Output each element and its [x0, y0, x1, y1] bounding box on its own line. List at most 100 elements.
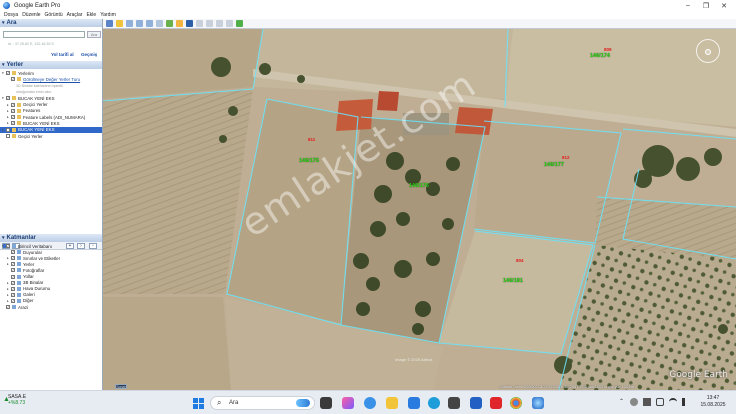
- places-tree-item[interactable]: ▸ ✓ Feature Labels (ADI_NUMARA): [0, 114, 102, 120]
- layers-tree-item[interactable]: ▸ ✓ Galeri: [0, 292, 102, 298]
- task-view-icon[interactable]: [320, 397, 332, 409]
- weather-widget-icon[interactable]: [364, 397, 376, 409]
- directions-link[interactable]: Yol tarifi al: [51, 52, 74, 57]
- planets-icon[interactable]: [186, 20, 193, 27]
- places-tree-item[interactable]: ▸ ✓ BUCAK YENİ EKS: [0, 126, 102, 133]
- visibility-checkbox[interactable]: ✓: [11, 280, 15, 285]
- display-icon[interactable]: [643, 398, 651, 406]
- overview-map-toggle[interactable]: Sonar: [115, 384, 127, 389]
- visibility-checkbox[interactable]: ✓: [11, 250, 15, 255]
- layers-tree-item[interactable]: ✓ Arazi: [0, 304, 102, 310]
- close-button[interactable]: ✕: [715, 0, 733, 11]
- layers-tree-item[interactable]: ✓ Duyurular: [0, 249, 102, 255]
- places-tree-item[interactable]: ▾ ✓ BUCAK YENİ EKS: [0, 95, 102, 101]
- visibility-checkbox[interactable]: ✓: [6, 305, 10, 309]
- onedrive-icon[interactable]: [630, 398, 638, 406]
- menu-add[interactable]: Ekle: [86, 12, 96, 18]
- menu-help[interactable]: Yardım: [100, 12, 116, 18]
- visibility-checkbox[interactable]: ✓: [11, 102, 15, 107]
- chrome-icon[interactable]: [510, 397, 522, 409]
- polygon-icon[interactable]: [126, 20, 133, 27]
- visibility-checkbox[interactable]: ✓: [11, 108, 15, 113]
- navigation-compass[interactable]: [696, 39, 720, 63]
- visibility-checkbox[interactable]: ✓: [11, 286, 15, 291]
- places-tree-item[interactable]: olduğundan emin olun: [0, 89, 102, 95]
- search-section-header[interactable]: ▾ Ara: [0, 19, 102, 27]
- layers-tree-item[interactable]: ✓ Yollar: [0, 274, 102, 280]
- edge-icon[interactable]: [428, 397, 440, 409]
- visibility-checkbox[interactable]: ✓: [11, 262, 15, 267]
- menu-view[interactable]: Görüntü: [45, 12, 63, 18]
- netflix-icon[interactable]: [490, 397, 502, 409]
- taskbar-search[interactable]: ⌕ Ara: [210, 396, 315, 410]
- sidebar-toggle-icon[interactable]: [106, 20, 113, 27]
- layers-tree-item[interactable]: ▾ ✓ Birincil Veritabanı: [0, 243, 102, 249]
- minimize-button[interactable]: –: [679, 0, 697, 11]
- speaker-icon[interactable]: [682, 398, 690, 406]
- parcel-label[interactable]: 146/181: [503, 278, 523, 284]
- menu-file[interactable]: Dosya: [4, 12, 18, 18]
- visibility-checkbox[interactable]: ✓: [11, 115, 15, 120]
- layers-tree-item[interactable]: ✓ Fotoğraflar: [0, 267, 102, 273]
- visibility-checkbox[interactable]: ✓: [6, 96, 10, 101]
- places-tree-item[interactable]: 3D Binalar katmanının işaretli: [0, 83, 102, 89]
- map-view[interactable]: 809 146/174 811 146/175 146/176 812 146/…: [103, 29, 736, 390]
- wifi-icon[interactable]: [669, 398, 677, 406]
- places-tree-item[interactable]: ▾ ✓ Yerlerim: [0, 70, 102, 76]
- placemark-icon[interactable]: [116, 20, 123, 27]
- store-icon[interactable]: [448, 397, 460, 409]
- email-icon[interactable]: [206, 20, 213, 27]
- copilot-icon[interactable]: [342, 397, 354, 409]
- parcel-label[interactable]: 146/174: [590, 53, 610, 59]
- visibility-checkbox[interactable]: ✓: [11, 292, 15, 297]
- look-joystick-icon[interactable]: [705, 49, 711, 55]
- stock-widget[interactable]: SASA.E +%8.73: [8, 394, 26, 406]
- google-earth-taskbar-icon[interactable]: [532, 397, 544, 409]
- layers-tree-item[interactable]: ▸ ✓ Sınırlar ve Etiketler: [0, 255, 102, 261]
- path-icon[interactable]: [136, 20, 143, 27]
- print-icon[interactable]: [216, 20, 223, 27]
- places-tree-item[interactable]: ▸ ✓ Geçici Yerler: [0, 102, 102, 108]
- layers-section-header[interactable]: ▾ Katmanlar: [0, 234, 102, 242]
- save-image-icon[interactable]: [226, 20, 233, 27]
- maximize-button[interactable]: ❐: [697, 0, 715, 11]
- visibility-checkbox[interactable]: ✓: [6, 244, 10, 248]
- visibility-checkbox[interactable]: ✓: [6, 127, 10, 132]
- layers-tree-item[interactable]: ▸ ✓ 3B Binalar: [0, 280, 102, 286]
- search-button[interactable]: Ara: [87, 31, 101, 38]
- parcel-label[interactable]: 146/177: [544, 162, 564, 168]
- battery-icon[interactable]: [656, 398, 664, 406]
- ruler-icon[interactable]: [196, 20, 203, 27]
- outlook-icon[interactable]: [470, 397, 482, 409]
- layers-tree-item[interactable]: ▸ ✓ Yerler: [0, 261, 102, 267]
- layers-tree-item[interactable]: ▸ ✓ Diğer: [0, 298, 102, 304]
- parcel-label[interactable]: 146/176: [409, 183, 429, 189]
- places-tree-item[interactable]: Geçici Yerler: [0, 133, 102, 139]
- system-clock[interactable]: 13:47 15.08.2025: [695, 395, 731, 409]
- record-tour-icon[interactable]: [156, 20, 163, 27]
- file-explorer-icon[interactable]: [386, 397, 398, 409]
- layers-tree-item[interactable]: ▸ ✓ Hava Durumu: [0, 286, 102, 292]
- places-tree-item[interactable]: ▸ ✓ BUCAK YENİ EKS: [0, 120, 102, 126]
- image-overlay-icon[interactable]: [146, 20, 153, 27]
- visibility-checkbox[interactable]: ✓: [11, 121, 15, 126]
- menu-tools[interactable]: Araçlar: [67, 12, 83, 18]
- windows-start-icon[interactable]: [193, 398, 204, 409]
- visibility-checkbox[interactable]: ✓: [11, 298, 15, 303]
- menu-edit[interactable]: Düzenle: [22, 12, 40, 18]
- search-input[interactable]: [3, 31, 85, 38]
- sunlight-icon[interactable]: [176, 20, 183, 27]
- visibility-checkbox[interactable]: ✓: [11, 268, 15, 273]
- visibility-checkbox[interactable]: ✓: [6, 71, 10, 75]
- visibility-checkbox[interactable]: ✓: [11, 77, 15, 82]
- maps-icon[interactable]: [236, 20, 243, 27]
- mail-icon[interactable]: [408, 397, 420, 409]
- places-tree-item[interactable]: ✓ Görülmeye Değer Yerler Turu: [0, 76, 102, 82]
- visibility-checkbox[interactable]: [6, 134, 10, 138]
- places-section-header[interactable]: ▾ Yerler: [0, 61, 102, 69]
- places-tree-item[interactable]: ▸ ✓ Features: [0, 108, 102, 114]
- visibility-checkbox[interactable]: ✓: [11, 274, 15, 279]
- historical-imagery-icon[interactable]: [166, 20, 173, 27]
- visibility-checkbox[interactable]: ✓: [11, 256, 15, 261]
- history-link[interactable]: Geçmiş: [81, 52, 97, 57]
